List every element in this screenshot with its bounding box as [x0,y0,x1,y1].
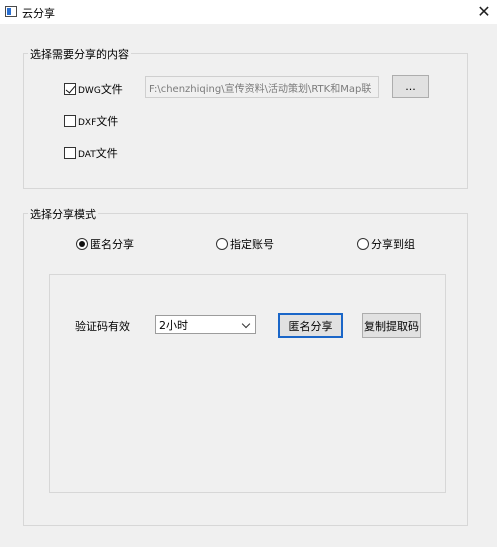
window-title: 云分享 [22,7,55,20]
validity-label: 验证码有效 [75,320,130,333]
cloud-share-dialog: 云分享 ✕ 选择需要分享的内容 DWG文件 F:\chenzhiqing\宣传资… [0,0,497,547]
content-group-label: 选择需要分享的内容 [28,46,131,62]
dxf-checkbox-box[interactable] [64,115,76,127]
title-bar: 云分享 ✕ [0,0,497,24]
dwg-checkbox-box[interactable] [64,83,76,95]
radio-specified-account-dot[interactable] [216,238,228,250]
anonymous-share-button[interactable]: 匿名分享 [278,313,343,338]
browse-button-label: ... [405,80,416,93]
dxf-checkbox-label: DXF文件 [78,115,119,128]
copy-code-button-label: 复制提取码 [364,319,419,333]
radio-specified-account-label: 指定账号 [230,238,274,251]
validity-select[interactable]: 2小时 [155,315,256,334]
radio-specified-account[interactable]: 指定账号 [216,236,274,252]
radio-anonymous-share[interactable]: 匿名分享 [76,236,134,252]
dxf-checkbox[interactable]: DXF文件 [64,113,118,129]
dat-checkbox-box[interactable] [64,147,76,159]
app-window-icon [5,6,17,17]
dwg-checkbox[interactable]: DWG文件 [64,81,123,97]
file-path-field[interactable]: F:\chenzhiqing\宣传资料\活动策划\RTK和Map联 [145,76,379,98]
radio-share-to-group-label: 分享到组 [371,238,415,251]
dat-checkbox-label: DAT文件 [78,147,118,160]
radio-anonymous-share-dot[interactable] [76,238,88,250]
dat-checkbox[interactable]: DAT文件 [64,145,118,161]
browse-button[interactable]: ... [392,75,429,98]
copy-code-button[interactable]: 复制提取码 [362,313,421,338]
dwg-checkbox-label: DWG文件 [78,83,123,96]
validity-select-value: 2小时 [159,318,188,332]
chevron-down-icon[interactable] [241,319,251,329]
share-mode-group-label: 选择分享模式 [28,206,98,222]
radio-share-to-group-dot[interactable] [357,238,369,250]
radio-share-to-group[interactable]: 分享到组 [357,236,415,252]
close-button[interactable]: ✕ [471,0,497,22]
close-icon: ✕ [477,1,491,21]
anonymous-share-button-label: 匿名分享 [288,319,333,333]
radio-anonymous-share-label: 匿名分享 [90,238,134,251]
anonymous-share-panel [49,274,446,493]
